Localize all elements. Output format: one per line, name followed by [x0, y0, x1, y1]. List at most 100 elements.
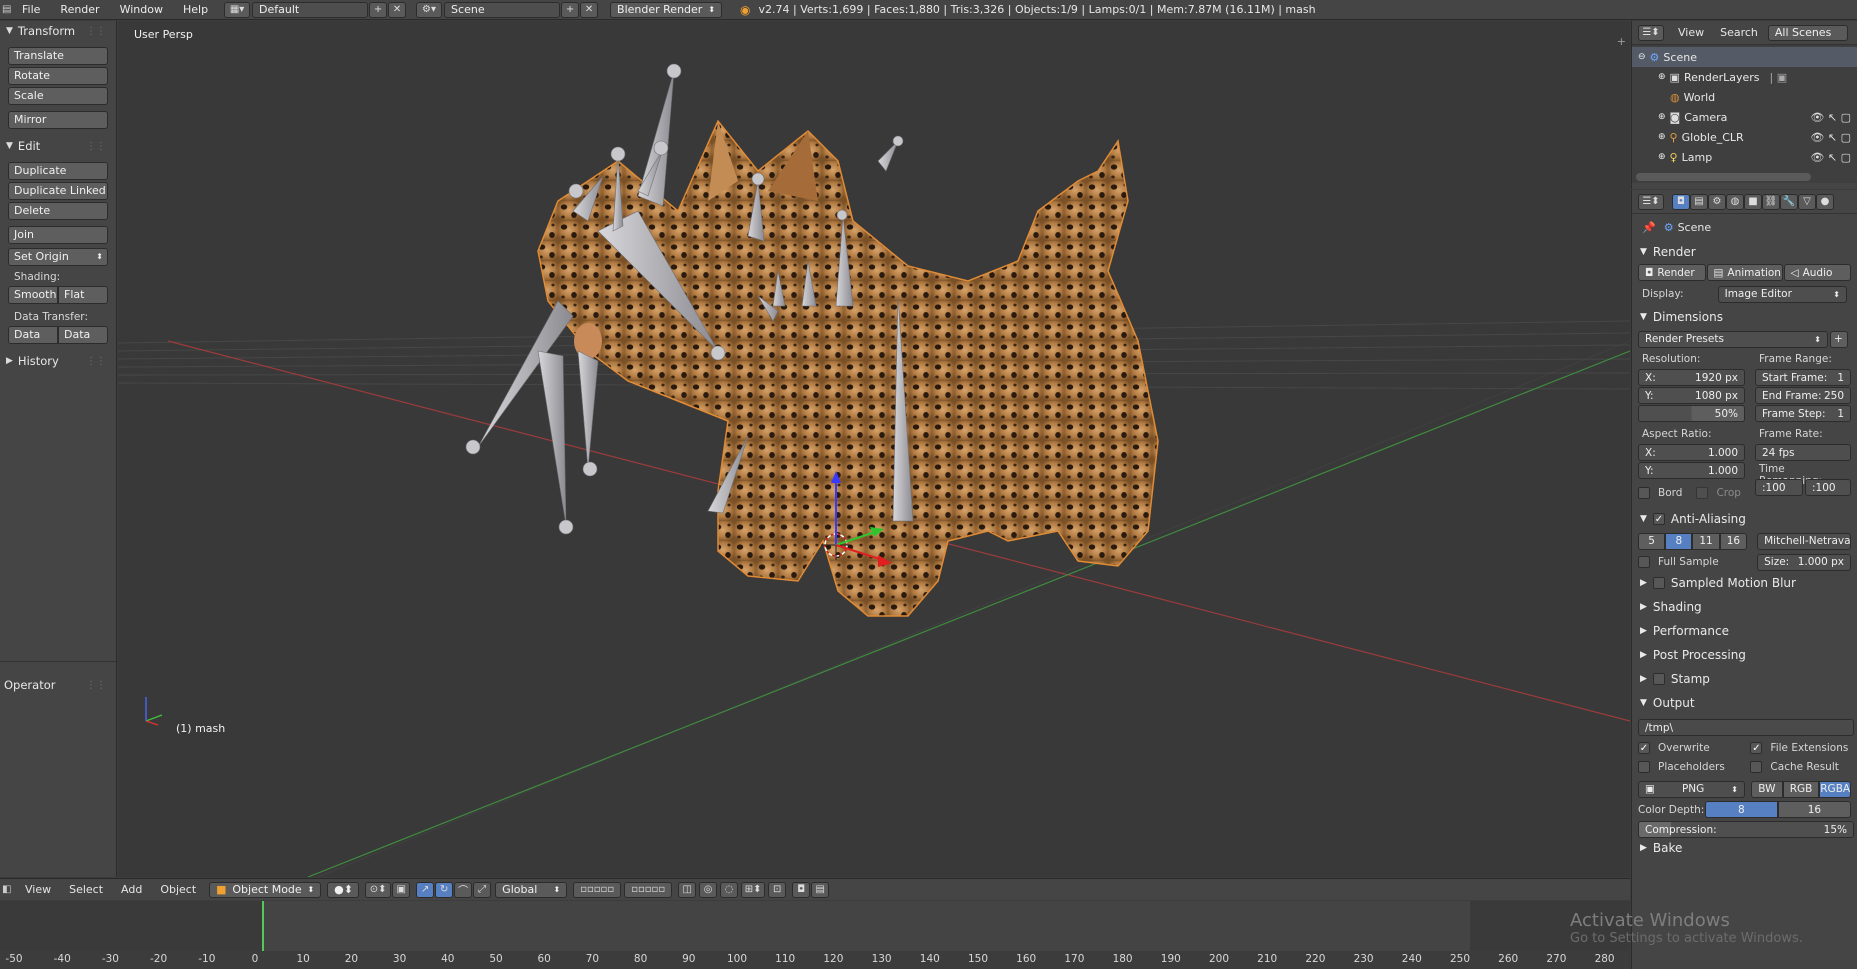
constraints-tab-icon[interactable]: ⛓: [1762, 193, 1780, 210]
curve-icon[interactable]: ⌒: [454, 881, 473, 898]
start-frame-field[interactable]: Start Frame: 1: [1755, 369, 1851, 386]
aa-filter-dropdown[interactable]: Mitchell-Netravali: [1757, 532, 1851, 550]
operator-panel-header[interactable]: Operator ⋮⋮: [0, 675, 116, 695]
audio-button[interactable]: ◁ Audio: [1783, 264, 1851, 281]
menu-render[interactable]: Render: [50, 3, 109, 16]
file-extensions-checkbox[interactable]: ✓: [1750, 742, 1763, 754]
add-preset-icon[interactable]: +: [1830, 330, 1848, 348]
post-processing-panel-header[interactable]: ▶ Post Processing: [1632, 643, 1857, 667]
falloff-icon[interactable]: ◌: [720, 881, 739, 898]
crop-checkbox[interactable]: [1696, 487, 1709, 499]
color-depth-8-button[interactable]: 8: [1704, 801, 1778, 818]
aa-samples-5[interactable]: 5: [1638, 532, 1666, 550]
menu-window[interactable]: Window: [110, 3, 173, 16]
resolution-x-field[interactable]: X: 1920 px: [1638, 369, 1745, 386]
editor-type-icon[interactable]: ▤: [0, 4, 12, 15]
anti-aliasing-panel-header[interactable]: ▼ ✓ Anti-Aliasing: [1632, 507, 1857, 531]
3d-viewport[interactable]: User Persp (1) mash +: [118, 21, 1630, 877]
delete-button[interactable]: Delete: [8, 202, 108, 220]
resolution-percentage-field[interactable]: 50%: [1638, 405, 1745, 422]
view-editor-type-icon[interactable]: ◧: [0, 884, 16, 895]
transform-panel-header[interactable]: ▼ Transform ⋮⋮: [0, 21, 116, 41]
render-presets-dropdown[interactable]: Render Presets ⬍: [1638, 330, 1828, 348]
duplicate-linked-button[interactable]: Duplicate Linked: [8, 182, 108, 200]
add-scene-icon[interactable]: +: [561, 1, 580, 18]
color-rgb-button[interactable]: RGB: [1782, 780, 1820, 798]
scale-button[interactable]: Scale: [8, 87, 108, 105]
border-checkbox[interactable]: [1638, 487, 1650, 499]
shading-mode-dropdown[interactable]: ●⬍: [327, 881, 360, 898]
aa-samples-16[interactable]: 16: [1719, 532, 1748, 550]
render-still-icon[interactable]: ◘: [792, 881, 811, 898]
outliner-item-renderlayers[interactable]: ⊕ ▣ RenderLayers | ▣: [1632, 67, 1857, 87]
stamp-checkbox[interactable]: [1652, 673, 1665, 685]
color-depth-16-button[interactable]: 16: [1777, 801, 1851, 818]
orientation-dropdown[interactable]: Global ⬍: [495, 881, 568, 898]
modifiers-tab-icon[interactable]: 🔧: [1780, 193, 1798, 210]
edit-panel-header[interactable]: ▼ Edit ⋮⋮: [0, 136, 116, 156]
visibility-eye-icon[interactable]: 👁 ↖ ▢: [1810, 131, 1851, 144]
outliner-item-scene[interactable]: ⊖ ⚙ Scene: [1632, 47, 1857, 67]
resolution-y-field[interactable]: Y: 1080 px: [1638, 387, 1745, 404]
filter-size-field[interactable]: Size: 1.000 px: [1757, 553, 1851, 571]
data-tab-icon[interactable]: ▽: [1798, 193, 1816, 210]
frame-step-field[interactable]: Frame Step: 1: [1755, 405, 1851, 422]
layout-field[interactable]: Default: [252, 1, 369, 18]
full-sample-checkbox[interactable]: [1638, 556, 1650, 568]
add-layout-icon[interactable]: +: [369, 1, 388, 18]
color-rgba-button[interactable]: RGBA: [1819, 780, 1852, 798]
grip-icon[interactable]: ⋮⋮: [86, 26, 106, 37]
pivot-point-icon[interactable]: ⊙⬍: [365, 881, 392, 898]
manipulator-icon[interactable]: ▣: [392, 881, 411, 898]
snap-icon[interactable]: ⊞⬍: [741, 881, 766, 898]
material-tab-icon[interactable]: ●: [1816, 193, 1834, 210]
smooth-button[interactable]: Smooth: [8, 286, 58, 304]
menu-help[interactable]: Help: [173, 3, 218, 16]
file-format-dropdown[interactable]: ▣ PNG ⬍: [1638, 780, 1745, 798]
stamp-panel-header[interactable]: ▶ Stamp: [1632, 667, 1857, 691]
object-tab-icon[interactable]: ■: [1744, 193, 1762, 210]
menu-object[interactable]: Object: [151, 883, 205, 896]
aa-samples-11[interactable]: 11: [1692, 532, 1720, 550]
screen-layout-icon[interactable]: ▦▾: [224, 1, 251, 18]
timeline[interactable]: -50 -40 -30 -20 -10 0 10 20 30 40 50 60 70 80 90 100 110…: [0, 901, 1630, 969]
rotate-manipulator-icon[interactable]: ↻: [435, 881, 454, 898]
cache-result-checkbox[interactable]: [1750, 761, 1763, 773]
world-tab-icon[interactable]: ◍: [1726, 193, 1744, 210]
data-layout-button[interactable]: Data Layo: [58, 326, 108, 344]
visibility-eye-icon[interactable]: 👁 ↖ ▢: [1810, 151, 1851, 164]
outliner-item-camera[interactable]: ⊕ ◙ Camera 👁 ↖ ▢: [1632, 107, 1857, 127]
history-panel-header[interactable]: ▶ History ⋮⋮: [0, 351, 116, 371]
render-panel-header[interactable]: ▼ Render: [1632, 240, 1857, 264]
close-scene-icon[interactable]: ✕: [580, 1, 599, 18]
time-remap-new-field[interactable]: :100: [1805, 479, 1851, 496]
outliner-search-menu[interactable]: Search: [1720, 26, 1758, 39]
scale-manipulator-icon[interactable]: ⤢: [473, 881, 492, 898]
set-origin-dropdown[interactable]: Set Origin ⬍: [8, 248, 108, 266]
toggle-panel-icon[interactable]: +: [1617, 35, 1626, 48]
grip-icon[interactable]: ⋮⋮: [86, 680, 106, 691]
frame-rate-dropdown[interactable]: 24 fps: [1755, 444, 1851, 461]
grip-icon[interactable]: ⋮⋮: [86, 356, 106, 367]
render-layers-tab-icon[interactable]: ▤: [1690, 193, 1708, 210]
outliner-scrollbar[interactable]: [1636, 173, 1811, 181]
proportional-edit-icon[interactable]: ◎: [699, 881, 718, 898]
compression-field[interactable]: Compression: 15%: [1638, 821, 1854, 838]
render-button[interactable]: ◘ Render: [1638, 264, 1706, 281]
snap-target-icon[interactable]: ⊡: [768, 881, 787, 898]
time-remap-old-field[interactable]: :100: [1755, 479, 1803, 496]
aspect-y-field[interactable]: Y: 1.000: [1638, 462, 1745, 479]
mirror-button[interactable]: Mirror: [8, 111, 108, 129]
grip-icon[interactable]: ⋮⋮: [86, 141, 106, 152]
placeholders-checkbox[interactable]: [1638, 761, 1650, 773]
motion-blur-panel-header[interactable]: ▶ Sampled Motion Blur: [1632, 571, 1857, 595]
flat-button[interactable]: Flat: [58, 286, 108, 304]
pin-icon[interactable]: 📌: [1642, 221, 1656, 234]
outliner-editor-icon[interactable]: ☰⬍: [1638, 24, 1664, 41]
outliner-item-world[interactable]: ◍ World: [1632, 87, 1857, 107]
menu-file[interactable]: File: [12, 3, 50, 16]
dimensions-panel-header[interactable]: ▼ Dimensions: [1632, 305, 1857, 329]
anti-aliasing-checkbox[interactable]: ✓: [1652, 513, 1665, 525]
mode-dropdown[interactable]: ■ Object Mode ⬍: [209, 881, 322, 898]
performance-panel-header[interactable]: ▶ Performance: [1632, 619, 1857, 643]
